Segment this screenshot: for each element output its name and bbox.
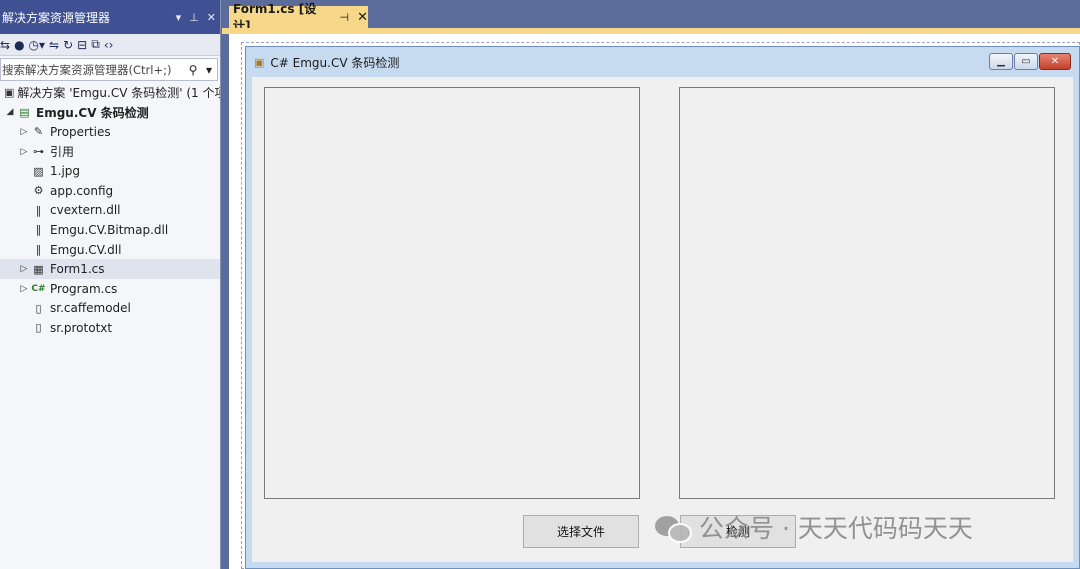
globe-icon[interactable]: ● xyxy=(14,38,24,52)
tree-node[interactable]: ‖ cvextern.dll xyxy=(0,201,220,221)
solution-explorer-toolbar: ⇆ ● ◷▾ ⇋ ↻ ⊟ ⧉ ‹› xyxy=(0,34,220,56)
config-file-icon: ⚙ xyxy=(33,184,44,198)
tree-node[interactable]: ▷ C# Program.cs xyxy=(0,279,220,299)
solution-search-box[interactable]: ⚲ ▾ xyxy=(0,58,218,81)
tree-node[interactable]: ▣ 解决方案 'Emgu.CV 条码检测' (1 个项 xyxy=(0,83,220,103)
csharp-file-icon: C# xyxy=(31,283,46,294)
tree-node-label: sr.prototxt xyxy=(50,320,113,335)
tree-node-label: sr.caffemodel xyxy=(50,301,131,316)
tree-node-label: Properties xyxy=(50,124,111,139)
tree-node[interactable]: ▨ 1.jpg xyxy=(0,161,220,181)
search-icon[interactable]: ⚲ xyxy=(185,63,201,77)
switch-views-icon[interactable]: ⇆ xyxy=(0,38,10,52)
tree-node[interactable]: ▷ ✎ Properties xyxy=(0,122,220,142)
tree-node[interactable]: ‖ Emgu.CV.Bitmap.dll xyxy=(0,220,220,240)
maximize-icon[interactable]: ▭ xyxy=(1014,53,1038,70)
window-buttons: ▁ ▭ ✕ xyxy=(989,53,1071,70)
picture-box-right[interactable] xyxy=(679,87,1055,499)
dropdown-arrow-icon[interactable]: ▾ xyxy=(176,11,182,24)
tree-node[interactable]: ⚙ app.config xyxy=(0,181,220,201)
form-icon: ▣ xyxy=(254,55,265,69)
form-client-area: 选择文件 检测 xyxy=(252,77,1073,562)
expanded-arrow-icon[interactable]: ◢ xyxy=(4,107,16,117)
designed-form[interactable]: ▣ C# Emgu.CV 条码检测 ▁ ▭ ✕ 选择文件 检测 xyxy=(245,46,1080,569)
tree-node-label: Emgu.CV.dll xyxy=(50,242,122,257)
tree-node-label: cvextern.dll xyxy=(50,203,121,218)
solution-icon: ▣ xyxy=(4,86,15,100)
form-title-bar: ▣ C# Emgu.CV 条码检测 xyxy=(246,47,1079,77)
tree-node[interactable]: ▷ ⊶ 引用 xyxy=(0,142,220,162)
tree-node-label: Emgu.CV.Bitmap.dll xyxy=(50,222,169,237)
form-title: C# Emgu.CV 条码检测 xyxy=(270,55,400,70)
collapsed-arrow-icon[interactable]: ▷ xyxy=(18,127,30,137)
library-icon: ‖ xyxy=(35,203,42,217)
pin-icon[interactable]: ⊥ xyxy=(189,11,199,24)
picture-box-left[interactable] xyxy=(264,87,640,499)
csharp-project-icon: ▤ xyxy=(19,105,30,119)
tree-node-label: Emgu.CV 条码检测 xyxy=(36,105,149,120)
collapsed-arrow-icon[interactable]: ▷ xyxy=(18,264,30,274)
collapsed-arrow-icon[interactable]: ▷ xyxy=(18,284,30,294)
tree-node-label: Program.cs xyxy=(50,281,118,296)
tree-node[interactable]: ◢ ▤ Emgu.CV 条码检测 xyxy=(0,103,220,123)
library-icon: ‖ xyxy=(35,243,42,257)
tree-node-label: Form1.cs xyxy=(50,262,105,277)
tree-node-label: 解决方案 'Emgu.CV 条码检测' (1 个项 xyxy=(17,86,220,101)
tree-node[interactable]: ‖ Emgu.CV.dll xyxy=(0,240,220,260)
tree-node[interactable]: ▯ sr.caffemodel xyxy=(0,299,220,319)
form-file-icon: ▦ xyxy=(33,262,44,276)
close-icon[interactable]: ✕ xyxy=(357,10,368,25)
solution-explorer-title: 解决方案资源管理器 xyxy=(2,10,111,25)
select-file-button[interactable]: 选择文件 xyxy=(523,515,639,548)
show-all-files-icon[interactable]: ⧉ xyxy=(91,37,100,52)
image-file-icon: ▨ xyxy=(33,164,44,178)
close-icon[interactable]: ✕ xyxy=(207,11,216,24)
close-window-icon[interactable]: ✕ xyxy=(1039,53,1071,70)
solution-explorer-panel: 解决方案资源管理器 ▾ ⊥ ✕ ⇆ ● ◷▾ ⇋ ↻ ⊟ ⧉ ‹› ⚲ ▾ ▣解… xyxy=(0,0,221,569)
tree-node-label: 1.jpg xyxy=(50,164,81,179)
library-icon: ‖ xyxy=(35,223,42,237)
collapsed-arrow-icon[interactable]: ▷ xyxy=(18,147,30,157)
tree-node-label: app.config xyxy=(50,183,114,198)
wechat-logo-icon xyxy=(655,512,692,543)
solution-tree: ▣ 解决方案 'Emgu.CV 条码检测' (1 个项 ◢ ▤ Emgu.CV 条码检测… xyxy=(0,83,220,338)
history-icon[interactable]: ◷▾ xyxy=(29,38,46,52)
references-icon: ⊶ xyxy=(33,145,44,159)
refresh-icon[interactable]: ↻ xyxy=(63,38,73,52)
wrench-icon: ✎ xyxy=(33,125,44,139)
file-icon: ▯ xyxy=(35,301,42,315)
code-view-icon[interactable]: ‹› xyxy=(104,38,114,52)
file-icon: ▯ xyxy=(35,321,42,335)
pin-icon[interactable]: ⊣ xyxy=(340,11,350,24)
tree-node[interactable]: ▯ sr.prototxt xyxy=(0,318,220,338)
tab-form1-designer[interactable]: Form1.cs [设计] ⊣ ✕ xyxy=(229,2,368,33)
sync-icon[interactable]: ⇋ xyxy=(49,38,59,52)
tree-node-label: 引用 xyxy=(50,145,75,160)
solution-explorer-title-bar: 解决方案资源管理器 ▾ ⊥ ✕ xyxy=(0,0,220,34)
minimize-icon[interactable]: ▁ xyxy=(989,53,1013,70)
collapse-all-icon[interactable]: ⊟ xyxy=(77,38,87,52)
search-options-icon[interactable]: ▾ xyxy=(201,63,217,77)
watermark: 公众号 · 天天代码码天天 xyxy=(655,508,973,546)
tree-node[interactable]: ▷ ▦ Form1.cs xyxy=(0,259,220,279)
solution-search-input[interactable] xyxy=(1,60,185,79)
watermark-text: 公众号 · 天天代码码天天 xyxy=(699,514,973,543)
